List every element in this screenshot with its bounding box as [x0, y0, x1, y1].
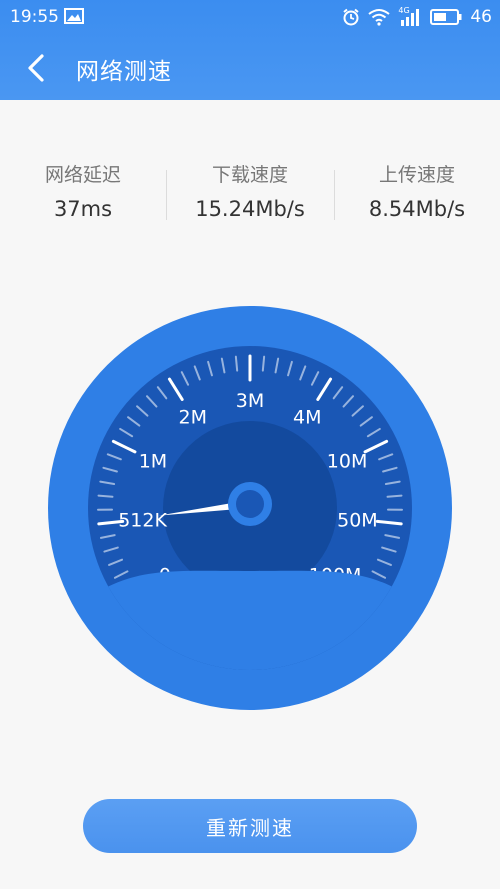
signal-icon: 4G [398, 6, 422, 26]
stat-divider [166, 170, 167, 220]
stat-divider [334, 170, 335, 220]
stat-latency: 网络延迟 37ms [8, 160, 158, 221]
nav-bar: 网络测速 [0, 36, 500, 100]
gauge-hub [236, 490, 264, 518]
gauge-label: 3M [236, 390, 264, 412]
status-indicators: 4G 46 [342, 6, 492, 27]
page-title: 网络测速 [76, 59, 172, 85]
stat-latency-value: 37ms [53, 197, 113, 221]
gauge-label: 2M [179, 406, 207, 428]
back-button[interactable] [18, 50, 54, 86]
header-bar: 19:55 4G 46 网络测速 [0, 0, 500, 100]
speed-gauge: 0512K1M2M3M4M10M50M100M [48, 306, 452, 710]
image-icon [64, 8, 84, 24]
stat-download-label: 下载速度 [211, 164, 288, 186]
gauge-minor-tick [386, 494, 403, 498]
status-time: 19:55 [10, 7, 59, 27]
gauge-label: 4M [293, 406, 321, 428]
gauge-minor-tick [234, 355, 239, 372]
stats-panel: 网络延迟 37ms 下载速度 15.24Mb/s 上传速度 8.54Mb/s [0, 160, 500, 240]
alarm-icon [343, 8, 359, 26]
stat-download-value: 15.24Mb/s [195, 197, 305, 221]
gauge-label: 1M [139, 451, 167, 473]
battery-icon [430, 9, 462, 25]
gauge-label: 10M [327, 451, 368, 473]
stat-latency-label: 网络延迟 [44, 164, 121, 186]
stat-upload: 上传速度 8.54Mb/s [342, 160, 492, 221]
stat-download: 下载速度 15.24Mb/s [175, 160, 325, 221]
status-bar: 19:55 4G 46 [0, 0, 500, 34]
stat-upload-label: 上传速度 [378, 164, 455, 186]
retest-button[interactable]: 重新测速 [83, 799, 417, 853]
gauge-label: 512K [118, 509, 167, 531]
gauge-label: 50M [337, 509, 378, 531]
stat-upload-value: 8.54Mb/s [368, 197, 466, 221]
gauge-minor-tick [97, 494, 114, 498]
wifi-icon [368, 9, 390, 26]
gauge-minor-tick [261, 355, 266, 372]
chevron-left-icon [28, 54, 44, 82]
battery-level: 46 [470, 7, 492, 27]
